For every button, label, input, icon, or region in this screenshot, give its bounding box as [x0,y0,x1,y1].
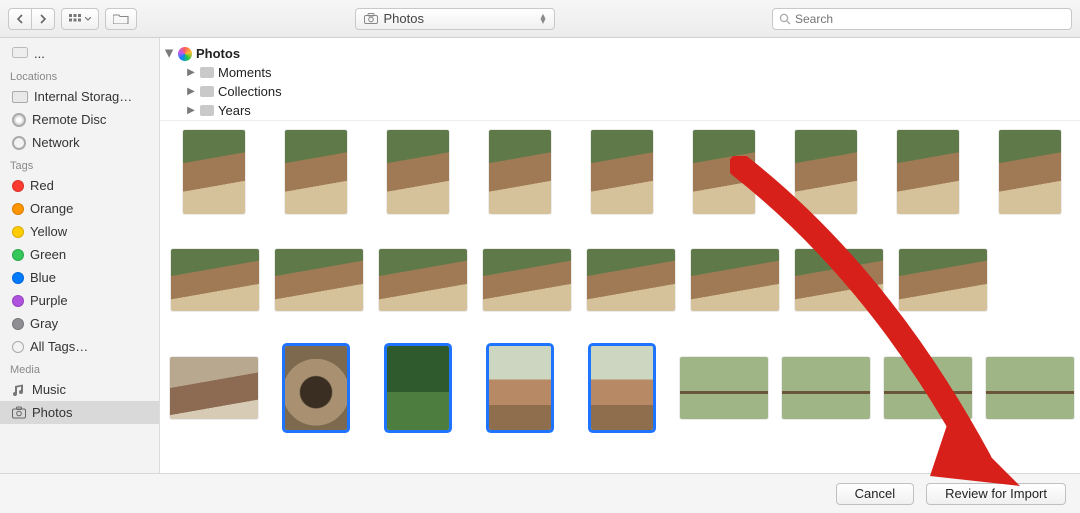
cancel-button[interactable]: Cancel [836,483,914,505]
folder-icon [200,105,214,116]
sidebar-item-network[interactable]: Network [0,131,159,154]
photo-thumbnail[interactable] [898,235,988,325]
photo-thumbnail[interactable] [986,343,1074,433]
tag-dot-icon [12,180,24,192]
sidebar-item-tag-yellow[interactable]: Yellow [0,220,159,243]
drive-icon [12,47,28,59]
sidebar-header-locations: Locations [0,65,159,85]
disclosure-triangle-icon[interactable]: ▶ [186,86,196,97]
photo-thumbnail[interactable] [680,343,768,433]
sidebar-item-tag-red[interactable]: Red [0,174,159,197]
search-input[interactable] [795,12,1065,26]
photo-thumbnail[interactable] [374,343,462,433]
photo-thumbnail[interactable] [272,343,360,433]
sidebar-item-tag-orange[interactable]: Orange [0,197,159,220]
tag-dot-icon [12,249,24,261]
search-field[interactable] [772,8,1072,30]
network-icon [12,136,26,150]
sidebar-item-photos[interactable]: Photos [0,401,159,424]
tag-dot-icon [12,295,24,307]
photo-thumbnail[interactable] [986,127,1074,217]
thumb-row [170,127,1074,217]
photo-thumbnail[interactable] [578,343,666,433]
photo-thumbnail[interactable] [782,127,870,217]
photo-thumbnail[interactable] [170,343,258,433]
disclosure-triangle-icon[interactable]: ▶ [164,49,175,59]
chevron-right-icon [39,14,47,24]
disc-icon [12,113,26,127]
photo-thumbnail[interactable] [794,235,884,325]
camera-icon [364,13,378,24]
source-collections[interactable]: ▶Collections [164,82,1076,101]
sidebar-item-tag-gray[interactable]: Gray [0,312,159,335]
photo-thumbnail[interactable] [884,343,972,433]
sidebar-item-all-tags[interactable]: All Tags… [0,335,159,358]
disclosure-triangle-icon[interactable]: ▶ [186,67,196,78]
photo-thumbnail[interactable] [690,235,780,325]
toolbar: Photos ▴▾ [0,0,1080,38]
folder-icon [113,13,129,24]
tag-dot-icon [12,203,24,215]
photo-thumbnail[interactable] [482,235,572,325]
source-list: ▶ Photos ▶Moments ▶Collections ▶Years [160,38,1080,121]
footer-bar: Cancel Review for Import [0,473,1080,513]
source-moments[interactable]: ▶Moments [164,63,1076,82]
photo-thumbnail[interactable] [884,127,972,217]
disclosure-triangle-icon[interactable]: ▶ [186,105,196,116]
search-icon [779,13,791,25]
chevron-updown-icon: ▴▾ [540,14,545,24]
photo-thumbnail[interactable] [274,235,364,325]
photo-thumbnail[interactable] [782,343,870,433]
photo-thumbnail[interactable] [170,127,258,217]
view-options-button[interactable] [61,8,99,30]
photo-thumbnail[interactable] [586,235,676,325]
sidebar-header-media: Media [0,358,159,378]
thumb-row [170,235,1074,325]
photos-app-icon [178,47,192,61]
tag-dot-icon [12,272,24,284]
photo-thumbnail[interactable] [374,127,462,217]
music-icon [12,383,26,397]
thumb-row [170,343,1074,433]
photo-thumbnail[interactable] [170,235,260,325]
nav-back-forward [8,8,55,30]
forward-button[interactable] [31,8,55,30]
photo-thumbnail[interactable] [680,127,768,217]
photo-thumbnail[interactable] [272,127,360,217]
location-title: Photos [384,11,424,26]
sidebar-header-tags: Tags [0,154,159,174]
tag-dot-icon [12,226,24,238]
sidebar-item-tag-blue[interactable]: Blue [0,266,159,289]
back-button[interactable] [8,8,31,30]
location-popup[interactable]: Photos ▴▾ [355,8,555,30]
sidebar-item-truncated[interactable]: ... [0,42,159,65]
internal-storage-icon [12,91,28,103]
source-root-photos[interactable]: ▶ Photos [164,44,1076,63]
review-for-import-button[interactable]: Review for Import [926,483,1066,505]
content-area: ▶ Photos ▶Moments ▶Collections ▶Years [160,38,1080,473]
photo-thumbnail[interactable] [476,343,564,433]
photo-thumbnail[interactable] [378,235,468,325]
all-tags-icon [12,341,24,353]
sidebar-item-tag-green[interactable]: Green [0,243,159,266]
group-button[interactable] [105,8,137,30]
thumbnail-grid[interactable] [160,121,1080,473]
photo-thumbnail[interactable] [578,127,666,217]
chevron-left-icon [16,14,24,24]
camera-icon [12,406,26,420]
source-years[interactable]: ▶Years [164,101,1076,120]
sidebar-item-music[interactable]: Music [0,378,159,401]
sidebar-item-tag-purple[interactable]: Purple [0,289,159,312]
tag-dot-icon [12,318,24,330]
folder-icon [200,67,214,78]
grid-icon [69,14,81,24]
sidebar: ... Locations Internal Storag… Remote Di… [0,38,160,473]
sidebar-item-remote-disc[interactable]: Remote Disc [0,108,159,131]
chevron-down-icon [85,17,91,21]
folder-icon [200,86,214,97]
sidebar-item-internal-storage[interactable]: Internal Storag… [0,85,159,108]
photo-thumbnail[interactable] [476,127,564,217]
